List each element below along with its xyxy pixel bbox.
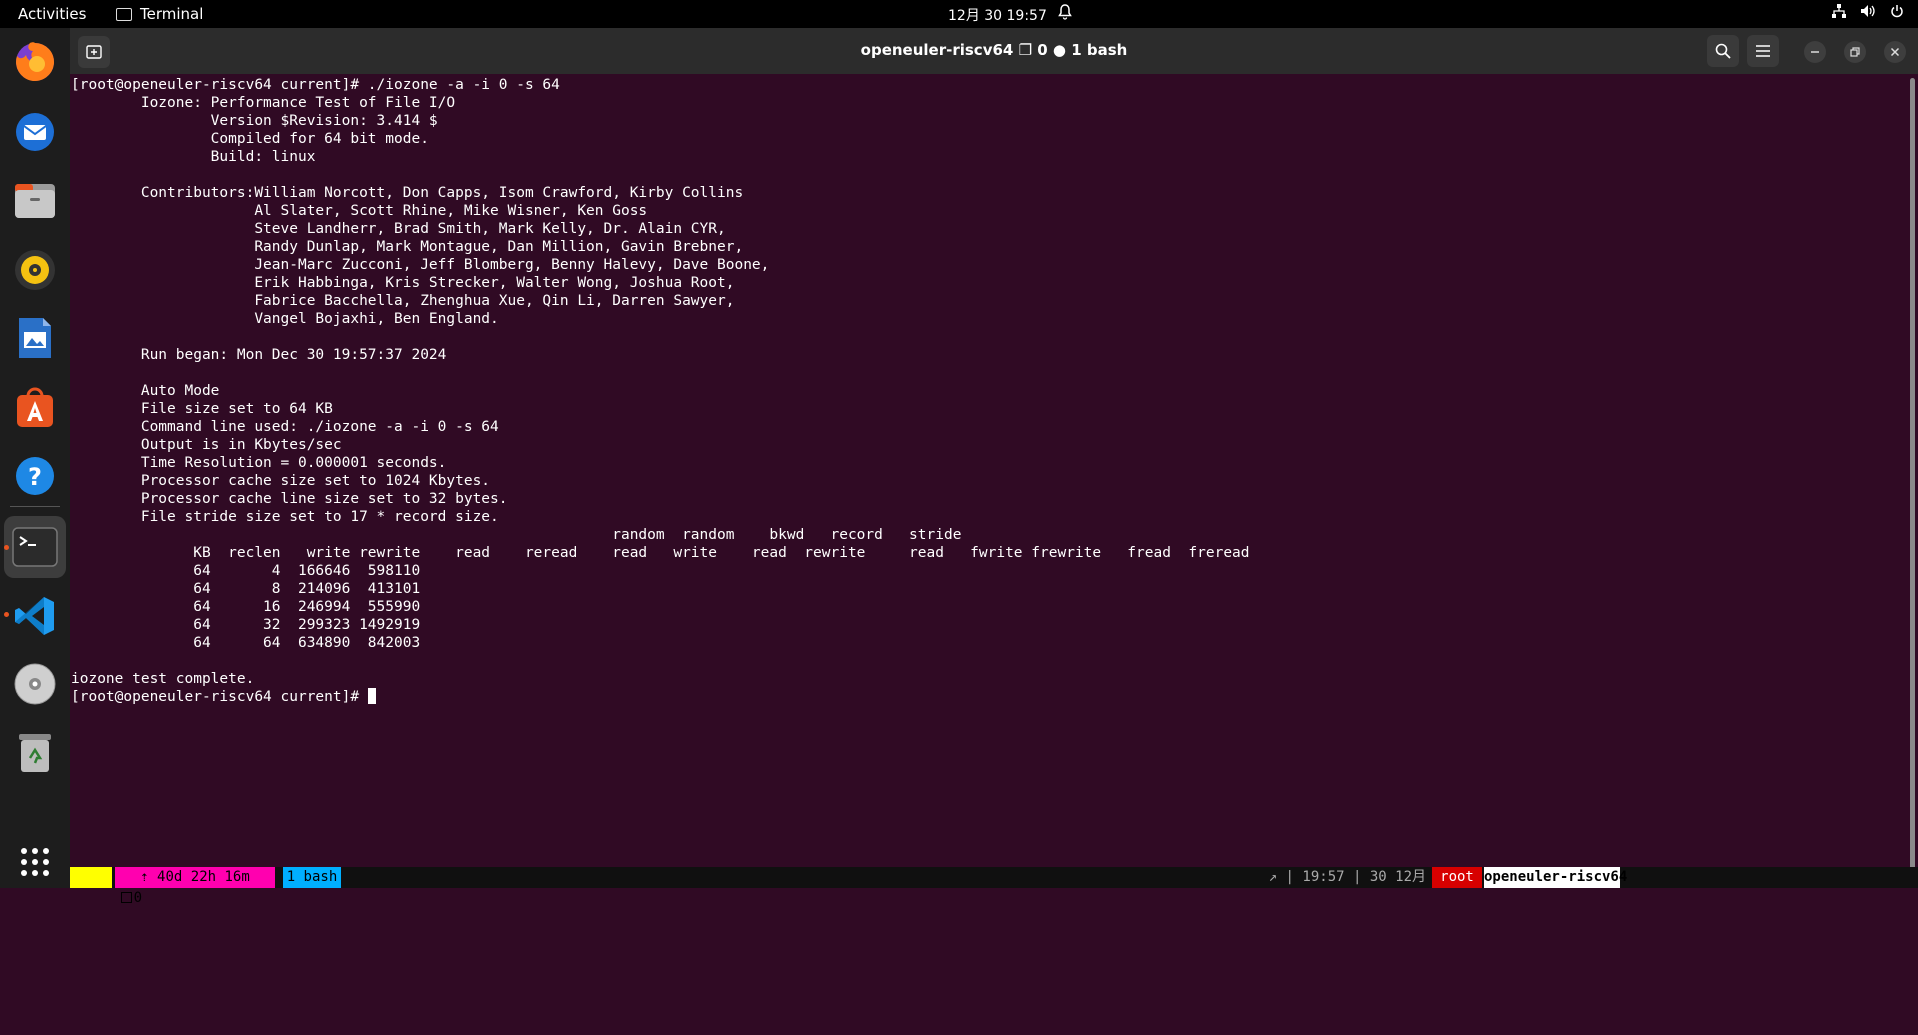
- vscode-icon[interactable]: [11, 592, 59, 640]
- terminal-line: Contributors:William Norcott, Don Capps,…: [71, 185, 744, 201]
- terminal-line: Processor cache line size set to 32 byte…: [71, 491, 508, 507]
- running-indicator-terminal: [4, 545, 9, 550]
- terminal-line: KB reclen write rewrite read reread read…: [71, 545, 1250, 561]
- terminal-line: Iozone: Performance Test of File I/O: [71, 95, 456, 111]
- search-icon[interactable]: [1707, 35, 1739, 67]
- terminal-line: Build: linux: [71, 149, 316, 165]
- header-bar[interactable]: openeuler-riscv64 ❐ 0 ● 1 bash: [70, 28, 1918, 74]
- power-icon: [1890, 4, 1904, 22]
- app-menu[interactable]: Terminal: [116, 5, 203, 23]
- terminal-line: File stride size set to 17 * record size…: [71, 509, 499, 525]
- thunderbird-icon[interactable]: [11, 108, 59, 156]
- terminal-line: Erik Habbinga, Kris Strecker, Walter Won…: [71, 275, 735, 291]
- tmux-session-index: 0: [70, 867, 142, 906]
- terminal-line: [root@openeuler-riscv64 current]# ./iozo…: [71, 77, 560, 93]
- terminal-line: Output is in Kbytes/sec: [71, 437, 342, 453]
- tmux-username: root: [1432, 867, 1482, 888]
- maximize-icon[interactable]: [1844, 41, 1866, 63]
- terminal-line: Al Slater, Scott Rhine, Mike Wisner, Ken…: [71, 203, 648, 219]
- text-cursor: [367, 688, 376, 704]
- trash-icon[interactable]: [11, 728, 59, 776]
- terminal-line: 64 16 246994 555990: [71, 599, 421, 615]
- scrollbar[interactable]: [1910, 78, 1915, 873]
- rhythmbox-icon[interactable]: [11, 246, 59, 294]
- activities-button[interactable]: Activities: [18, 5, 86, 23]
- files-icon[interactable]: [11, 176, 59, 224]
- tmux-window-tab[interactable]: 1 bash: [283, 867, 341, 888]
- terminal-line: Auto Mode: [71, 383, 220, 399]
- dvd-drive-icon[interactable]: [11, 660, 59, 708]
- running-indicator-vscode: [4, 612, 9, 617]
- tmux-datetime: ↗ | 19:57 | 30 12月: [1268, 869, 1426, 885]
- terminal-line: Compiled for 64 bit mode.: [71, 131, 429, 147]
- firefox-icon[interactable]: [11, 38, 59, 86]
- terminal-line: Command line used: ./iozone -a -i 0 -s 6…: [71, 419, 499, 435]
- tmux-status-line: 0 ⇡ 40d 22h 16m 1 bash ↗ | 19:57 | 30 12…: [70, 867, 1918, 906]
- terminal-app-icon: [116, 7, 132, 21]
- terminal-line: Randy Dunlap, Mark Montague, Dan Million…: [71, 239, 744, 255]
- terminal-line: random random bkwd record stride: [71, 527, 962, 543]
- svg-text:?: ?: [28, 463, 42, 491]
- show-apps-icon[interactable]: [11, 838, 59, 886]
- terminal-output[interactable]: [root@openeuler-riscv64 current]# ./iozo…: [71, 76, 1896, 856]
- terminal-line: Steve Landherr, Brad Smith, Mark Kelly, …: [71, 221, 726, 237]
- terminal-line: 64 4 166646 598110: [71, 563, 421, 579]
- app-menu-label: Terminal: [140, 5, 204, 23]
- terminal-line: Jean-Marc Zucconi, Jeff Blomberg, Benny …: [71, 257, 770, 273]
- tmux-session-label: 0: [133, 890, 143, 906]
- terminal-line: 64 64 634890 842003: [71, 635, 421, 651]
- network-icon: [1832, 4, 1846, 22]
- hamburger-menu-icon[interactable]: [1747, 35, 1779, 67]
- shell-prompt: [root@openeuler-riscv64 current]#: [71, 689, 368, 705]
- top-bar: Activities Terminal 12月 30 19:57: [0, 0, 1918, 28]
- terminal-window: openeuler-riscv64 ❐ 0 ● 1 bash [root@ope…: [70, 28, 1918, 906]
- minimize-icon[interactable]: [1804, 41, 1826, 63]
- help-icon[interactable]: ?: [11, 452, 59, 500]
- tmux-hostname: openeuler-riscv64: [1484, 867, 1627, 888]
- notification-bell-icon[interactable]: [1058, 4, 1072, 24]
- app-center-icon[interactable]: [11, 383, 59, 431]
- terminal-line: iozone test complete.: [71, 671, 255, 687]
- window-title: openeuler-riscv64 ❐ 0 ● 1 bash: [860, 41, 1128, 59]
- terminal-icon[interactable]: [4, 516, 66, 578]
- terminal-line: 64 32 299323 1492919: [71, 617, 421, 633]
- terminal-line: Time Resolution = 0.000001 seconds.: [71, 455, 447, 471]
- terminal-line: Version $Revision: 3.414 $: [71, 113, 438, 129]
- clock[interactable]: 12月 30 19:57: [948, 5, 1047, 25]
- libreoffice-writer-icon[interactable]: [11, 314, 59, 362]
- terminal-line: Fabrice Bacchella, Zhenghua Xue, Qin Li,…: [71, 293, 735, 309]
- tmux-uptime: ⇡ 40d 22h 16m: [115, 867, 275, 888]
- terminal-line: Vangel Bojaxhi, Ben England.: [71, 311, 499, 327]
- close-icon[interactable]: [1884, 41, 1906, 63]
- terminal-line: Processor cache size set to 1024 Kbytes.: [71, 473, 491, 489]
- terminal-line: File size set to 64 KB: [71, 401, 333, 417]
- terminal-line: Run began: Mon Dec 30 19:57:37 2024: [71, 347, 447, 363]
- volume-icon: [1860, 4, 1876, 22]
- tmux-session-indicator-icon: [120, 892, 132, 903]
- dock-separator: [10, 506, 60, 507]
- system-tray[interactable]: [1832, 4, 1904, 22]
- dock: ?: [0, 28, 70, 888]
- terminal-line: 64 8 214096 413101: [71, 581, 421, 597]
